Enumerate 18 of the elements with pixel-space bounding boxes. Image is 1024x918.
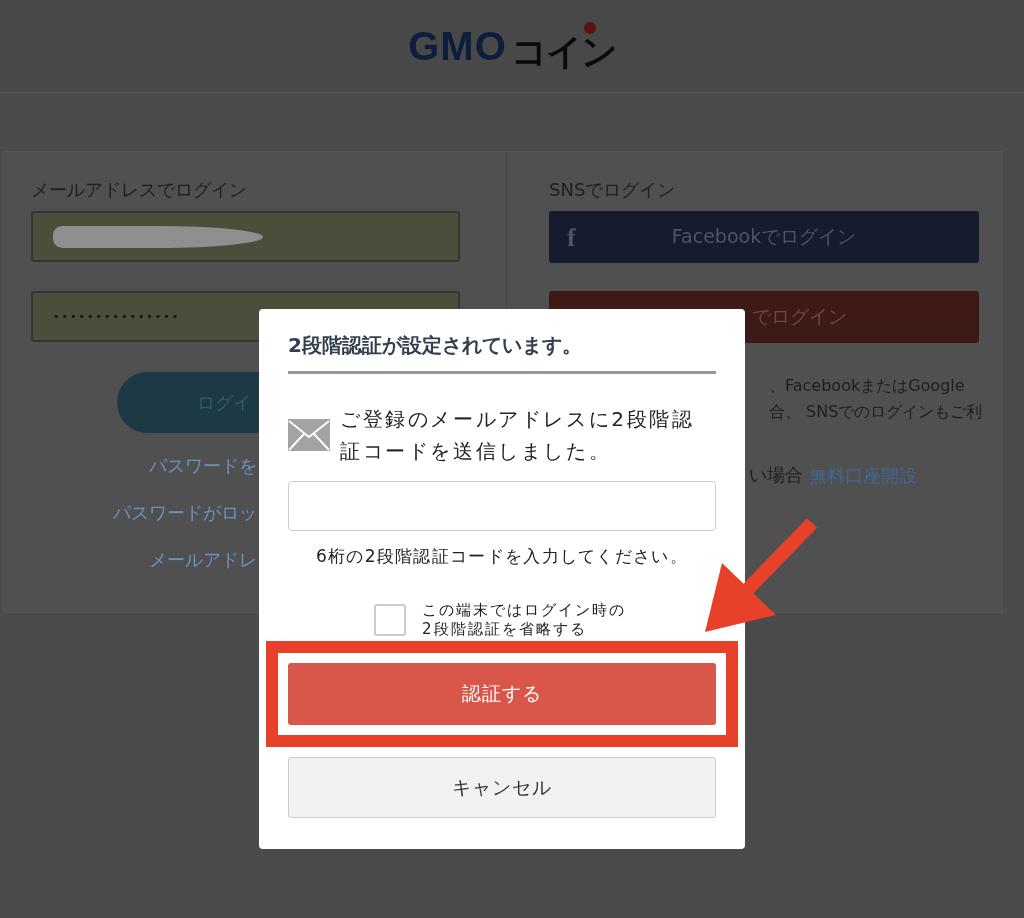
verify-button[interactable]: 認証する: [288, 663, 716, 725]
dialog-message: ご登録のメールアドレスに2段階認証コードを送信しました。: [340, 406, 696, 465]
code-input-field[interactable]: [288, 481, 716, 531]
facebook-login-button[interactable]: f Facebookでログイン: [549, 211, 979, 263]
facebook-icon: f: [567, 223, 576, 253]
text-link[interactable]: メールアドレ: [149, 547, 257, 572]
logo-text: コイン: [510, 35, 616, 69]
input-hint: 6桁の2段階認証コードを入力してください。: [315, 545, 689, 568]
logo-dot-icon: [583, 22, 596, 34]
text-link[interactable]: パスワードがロッ: [113, 500, 257, 525]
email-field[interactable]: [31, 211, 460, 262]
logo-text: GMO: [408, 23, 507, 69]
checkbox-label: この端末ではログイン時の2段階認証を省略する: [422, 601, 627, 639]
text-link[interactable]: パスワードを: [149, 453, 257, 478]
signup-link[interactable]: 無料口座開設: [809, 463, 917, 488]
envelope-icon: [288, 419, 330, 451]
cancel-button[interactable]: キャンセル: [288, 757, 716, 818]
checkbox[interactable]: [374, 604, 406, 636]
